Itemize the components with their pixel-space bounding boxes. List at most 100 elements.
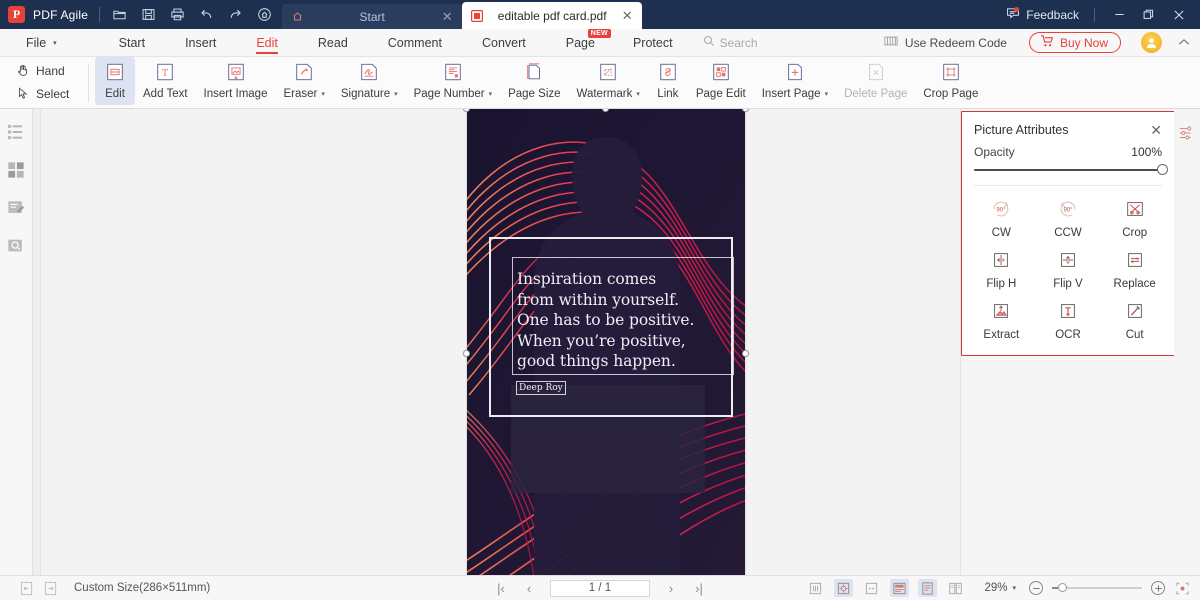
view-mode-single-column[interactable] <box>806 579 825 597</box>
action-rotate-cw[interactable]: 90° CW <box>968 198 1035 239</box>
minimize-button[interactable] <box>1104 0 1134 29</box>
zoom-slider[interactable] <box>1052 583 1142 592</box>
ribbon-tool-page-edit[interactable]: Page Edit <box>688 57 754 105</box>
ribbon-tool-page-number[interactable]: Page Number ▾ <box>406 57 500 105</box>
first-page-button[interactable]: |‹ <box>494 581 508 596</box>
redo-icon[interactable] <box>227 7 243 23</box>
search-input[interactable]: Search <box>703 35 758 50</box>
action-flip-h[interactable]: Flip H <box>968 249 1035 290</box>
action-ocr[interactable]: OCR <box>1035 300 1102 341</box>
feedback-button[interactable]: Feedback <box>1000 6 1085 23</box>
menu-item-start[interactable]: Start <box>113 29 151 57</box>
view-mode-cover-view[interactable] <box>890 579 910 597</box>
ribbon-tool-page-size[interactable]: Page Size <box>500 57 568 105</box>
delete-page-icon <box>865 61 887 83</box>
save-icon[interactable] <box>140 7 156 23</box>
hand-icon <box>16 63 30 80</box>
next-page-button[interactable]: › <box>664 581 678 596</box>
ribbon-tool-label: Signature ▾ <box>341 88 398 100</box>
menu-item-comment[interactable]: Comment <box>382 29 448 57</box>
search-panel-icon[interactable] <box>5 235 27 257</box>
use-redeem-code-button[interactable]: Use Redeem Code <box>884 35 1007 50</box>
label-text: Watermark <box>576 87 633 100</box>
tab-editable-pdf-card[interactable]: editable pdf card.pdf ✕ <box>462 2 643 29</box>
action-label: Flip V <box>1053 278 1083 290</box>
sliders-icon[interactable] <box>1177 123 1197 143</box>
page-right-icon[interactable] <box>42 580 58 596</box>
page-number-input[interactable]: 1 / 1 <box>550 579 650 597</box>
annotations-icon[interactable] <box>5 197 27 219</box>
ribbon-tool-signature[interactable]: Signature ▾ <box>333 57 406 105</box>
prev-page-button[interactable]: ‹ <box>522 581 536 596</box>
action-crop[interactable]: Crop <box>1101 198 1168 239</box>
menu-label: Convert <box>481 35 526 50</box>
ribbon-tool-add-text[interactable]: T Add Text <box>135 57 196 105</box>
title-bar: P PDF Agile Start ✕ editable pdf card.pd… <box>0 0 1200 29</box>
thumbnails-list-icon[interactable] <box>5 121 27 143</box>
action-cut[interactable]: Cut <box>1101 300 1168 341</box>
zoom-in-button[interactable] <box>1151 581 1165 595</box>
menu-item-file[interactable]: File ▾ <box>20 29 63 57</box>
ribbon-tool-delete-page[interactable]: Delete Page <box>836 57 915 105</box>
ribbon-tool-insert-page[interactable]: Insert Page ▾ <box>754 57 836 105</box>
select-tool[interactable]: Select <box>16 86 86 103</box>
quote-text[interactable]: Inspiration comes from within yourself. … <box>517 269 729 372</box>
open-folder-icon[interactable] <box>111 7 127 23</box>
ribbon-tool-label: Crop Page <box>923 87 979 100</box>
action-rotate-ccw[interactable]: 90° CCW <box>1035 198 1102 239</box>
view-mode-single-page[interactable] <box>918 579 938 597</box>
panel-title: Picture Attributes <box>974 123 1069 137</box>
menu-item-protect[interactable]: Protect <box>627 29 679 57</box>
view-mode-continuous-scroll[interactable] <box>834 579 854 597</box>
slider-track[interactable] <box>974 164 1168 175</box>
view-mode-two-page[interactable] <box>862 579 881 597</box>
action-extract[interactable]: Extract <box>968 300 1035 341</box>
action-label: Flip H <box>986 278 1017 290</box>
close-icon[interactable]: ✕ <box>1150 123 1162 137</box>
menu-item-insert[interactable]: Insert <box>179 29 222 57</box>
ribbon-tool-watermark[interactable]: Watermark ▾ <box>569 57 648 105</box>
ribbon-tool-link[interactable]: Link <box>648 57 688 105</box>
page-left-icon[interactable] <box>18 580 34 596</box>
maximize-button[interactable] <box>1134 0 1164 29</box>
opacity-value: 100% <box>1131 145 1162 159</box>
close-icon[interactable]: ✕ <box>440 10 454 24</box>
menu-item-page[interactable]: Page NEW <box>560 28 611 57</box>
hand-tool[interactable]: Hand <box>16 63 86 80</box>
menu-item-read[interactable]: Read <box>312 29 354 57</box>
action-flip-v[interactable]: Flip V <box>1035 249 1102 290</box>
menu-label: Insert <box>185 35 217 50</box>
close-button[interactable] <box>1164 0 1194 29</box>
buy-now-button[interactable]: Buy Now <box>1028 32 1121 53</box>
pdf-page[interactable]: Inspiration comes from within yourself. … <box>467 109 745 575</box>
avatar[interactable] <box>1141 32 1162 53</box>
ribbon-tool-crop-page[interactable]: Crop Page <box>915 57 986 105</box>
home-circle-icon[interactable] <box>256 7 272 23</box>
grid-thumbnails-icon[interactable] <box>5 159 27 181</box>
ribbon-tool-insert-image[interactable]: Insert Image <box>196 57 276 105</box>
view-mode-facing-pages[interactable] <box>946 579 965 597</box>
ribbon-tool-eraser[interactable]: Eraser ▾ <box>275 57 332 105</box>
menu-item-convert[interactable]: Convert <box>476 29 532 57</box>
close-icon[interactable]: ✕ <box>620 9 634 23</box>
undo-icon[interactable] <box>198 7 214 23</box>
action-replace[interactable]: Replace <box>1101 249 1168 290</box>
opacity-slider[interactable] <box>962 159 1174 185</box>
zoom-out-button[interactable] <box>1029 581 1043 595</box>
ribbon-tool-label: Page Size <box>508 87 561 100</box>
right-panel-column: Picture Attributes ✕ Opacity 100% 90° CW… <box>960 109 1200 575</box>
menu-item-edit[interactable]: Edit <box>250 29 284 57</box>
chevron-up-icon[interactable] <box>1178 37 1190 49</box>
author-textbox[interactable]: Deep Roy <box>516 381 566 395</box>
document-canvas[interactable]: Inspiration comes from within yourself. … <box>41 109 960 575</box>
last-page-button[interactable]: ›| <box>692 581 706 596</box>
tab-start[interactable]: Start ✕ <box>282 4 463 29</box>
zoom-slider-knob[interactable] <box>1058 583 1067 592</box>
ribbon-tool-edit[interactable]: Edit <box>95 56 135 105</box>
action-label: Replace <box>1113 278 1156 290</box>
zoom-level-dropdown[interactable]: 29% ▾ <box>984 582 1016 594</box>
fit-page-icon[interactable] <box>1174 580 1190 596</box>
tab-label: Start <box>359 9 385 24</box>
slider-knob[interactable] <box>1157 164 1168 175</box>
print-icon[interactable] <box>169 7 185 23</box>
